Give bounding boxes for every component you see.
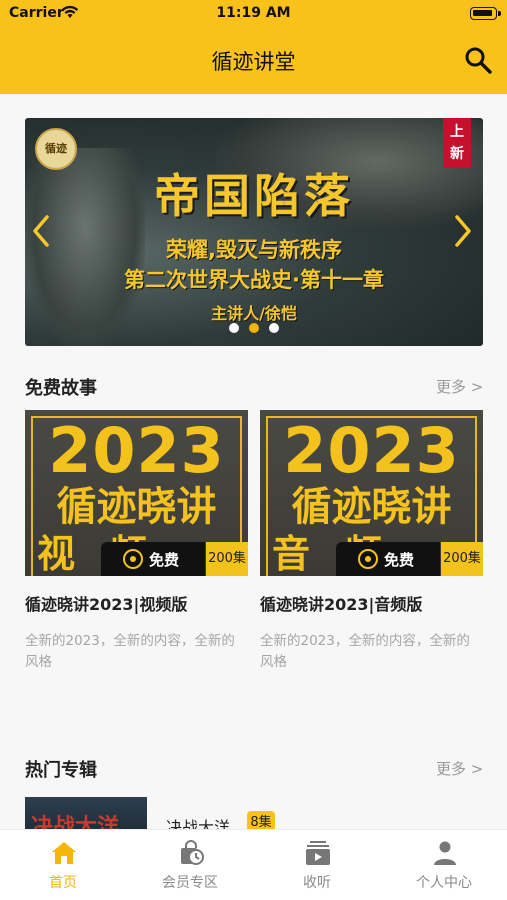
status-bar: Carrier 11:19 AM [0,0,507,28]
carousel-dot[interactable] [229,323,239,333]
person-icon [434,841,456,865]
story-card[interactable]: 2023 循迹晓讲 视频版 免费 200集 循迹晓讲2023|视频版 全新的20… [25,410,248,673]
top-bar: Carrier 11:19 AM 循迹讲堂 [0,0,507,94]
battery-icon [470,7,497,20]
tab-label: 个人中心 [416,875,472,891]
cover-year: 2023 [283,414,460,487]
battery-tip [498,11,501,16]
play-circle-icon [123,549,143,569]
free-label: 免费 [384,551,415,569]
story-name: 循迹晓讲2023|视频版 [25,595,188,614]
cover-series: 循迹晓讲 [56,484,217,530]
story-cover: 2023 循迹晓讲 视频版 免费 200集 [25,410,248,576]
home-icon [52,842,76,864]
story-description: 全新的2023，全新的内容，全新的风格 [260,633,470,670]
tab-label: 首页 [49,875,77,891]
tab-label: 会员专区 [162,875,218,891]
story-cover: 2023 循迹晓讲 音频版 免费 200集 [260,410,483,576]
episode-count-badge: 200集 [441,542,483,576]
banner-subtitle-2: 第二次世界大战史·第十一章 [124,268,384,292]
free-label: 免费 [149,551,180,569]
carousel-dot[interactable] [269,323,279,333]
new-badge-top: 上 [450,124,464,140]
free-badge: 免费 [101,542,205,576]
play-circle-icon [358,549,378,569]
more-link-hot-albums[interactable]: 更多 > [436,758,483,779]
tab-home[interactable]: 首页 [0,830,126,900]
story-card[interactable]: 2023 循迹晓讲 音频版 免费 200集 循迹晓讲2023|音频版 全新的20… [260,410,483,673]
tab-label: 收听 [303,875,331,891]
tab-bar: 首页 会员专区 收听 个人中心 [0,829,507,900]
section-title-free-stories: 免费故事 [25,378,97,399]
more-link-free-stories[interactable]: 更多 > [436,376,483,397]
listen-tv-icon [306,841,330,865]
status-time: 11:19 AM [216,5,291,21]
page-title: 循迹讲堂 [211,50,296,74]
free-badge: 免费 [336,542,440,576]
banner-headline: 帝国陷落 [154,169,354,223]
member-bag-icon [181,840,204,865]
banner-subtitle-1: 荣耀,毁灭与新秩序 [166,238,342,262]
carousel-dot-active[interactable] [249,323,259,333]
banner-carousel[interactable]: 循迹 上 新 帝国陷落 荣耀,毁灭与新秩序 第二次世界大战史·第十一章 主讲人/… [25,118,483,346]
tab-member[interactable]: 会员专区 [127,830,253,900]
tab-listen[interactable]: 收听 [254,830,380,900]
cover-series: 循迹晓讲 [291,484,452,530]
story-description: 全新的2023，全新的内容，全新的风格 [25,633,235,670]
story-name: 循迹晓讲2023|音频版 [260,595,423,614]
cover-year: 2023 [48,414,225,487]
episode-count-badge: 200集 [206,542,248,576]
carousel-dots [25,318,483,337]
chevron-right-icon[interactable] [453,214,473,248]
tab-profile[interactable]: 个人中心 [381,830,507,900]
search-icon[interactable] [463,45,493,75]
section-title-hot-albums: 热门专辑 [25,760,97,781]
chevron-left-icon[interactable] [31,214,51,248]
